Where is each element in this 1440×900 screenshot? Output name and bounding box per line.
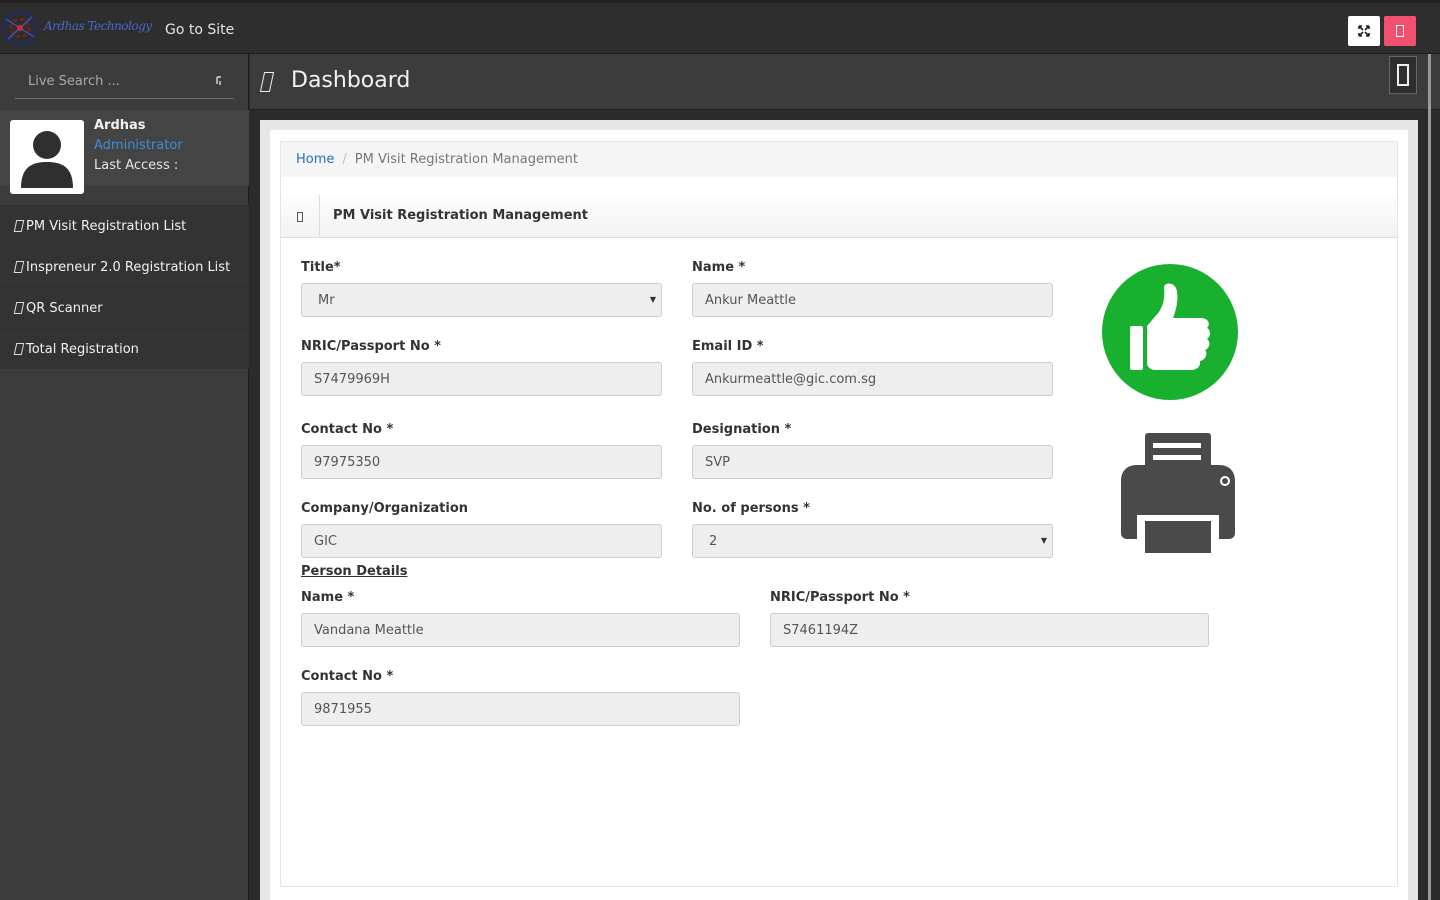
- designation-label: Designation *: [692, 422, 792, 437]
- persons-label: No. of persons *: [692, 501, 810, 516]
- person-nric-label: NRIC/Passport No *: [770, 590, 910, 605]
- sidebar-item-inspreneur-registration-list[interactable]: Inspreneur 2.0 Registration List: [0, 246, 249, 287]
- mobile-view-button[interactable]: [1389, 56, 1417, 94]
- user-silhouette-icon: [21, 131, 73, 188]
- designation-field[interactable]: [692, 445, 1053, 479]
- section-title: PM Visit Registration Management: [333, 208, 589, 223]
- qr-icon: [13, 302, 25, 314]
- expand-icon: [1358, 25, 1370, 37]
- avatar: [10, 120, 84, 194]
- sidebar-item-label: PM Visit Registration List: [26, 218, 187, 234]
- form-icon: [297, 211, 303, 222]
- profile-role: Administrator: [94, 138, 183, 153]
- sidebar-item-pm-visit-registration-list[interactable]: PM Visit Registration List: [0, 205, 249, 246]
- logout-button[interactable]: [1384, 16, 1416, 46]
- title-label: Title*: [301, 260, 341, 275]
- user-profile: Ardhas Administrator Last Access :: [0, 110, 249, 194]
- persons-select-value: 2: [709, 533, 718, 549]
- section-icon-box: [281, 195, 320, 238]
- dashboard-icon: [259, 72, 275, 92]
- page-title: Dashboard: [291, 68, 411, 93]
- fullscreen-button[interactable]: [1348, 16, 1380, 46]
- go-to-site-link[interactable]: Go to Site: [165, 22, 234, 38]
- chart-icon: [13, 343, 25, 355]
- sidebar-item-total-registration[interactable]: Total Registration: [0, 328, 249, 369]
- printer-icon: [1121, 433, 1235, 553]
- breadcrumb-current: PM Visit Registration Management: [354, 152, 578, 167]
- sidebar-item-qr-scanner[interactable]: QR Scanner: [0, 287, 249, 328]
- name-label: Name *: [692, 260, 746, 275]
- contact-label: Contact No *: [301, 422, 394, 437]
- company-label: Company/Organization: [301, 501, 469, 516]
- breadcrumb-separator: /: [342, 152, 347, 167]
- nric-field[interactable]: [301, 362, 662, 396]
- contact-field[interactable]: [301, 445, 662, 479]
- profile-last-access: Last Access :: [94, 158, 179, 173]
- mobile-icon: [1397, 64, 1409, 86]
- thumbs-up-icon: [1102, 264, 1238, 400]
- logo-tagline: ...: [44, 35, 49, 41]
- breadcrumb-home-link[interactable]: Home: [296, 152, 334, 167]
- page-scrollbar[interactable]: [1428, 54, 1431, 900]
- top-navbar: Ardhas Technology ... Go to Site: [0, 0, 1440, 54]
- search-icon[interactable]: [214, 75, 224, 87]
- sidebar-item-label: QR Scanner: [26, 300, 103, 316]
- chevron-down-icon: ▼: [1040, 536, 1047, 545]
- person-nric-field[interactable]: [770, 613, 1209, 647]
- list-icon: [13, 261, 25, 273]
- person-name-field[interactable]: [301, 613, 740, 647]
- list-icon: [13, 220, 25, 232]
- company-field[interactable]: [301, 524, 662, 558]
- profile-name: Ardhas: [94, 118, 146, 133]
- section-header: PM Visit Registration Management: [281, 195, 1397, 238]
- sidebar-menu: PM Visit Registration List Inspreneur 2.…: [0, 205, 249, 369]
- power-icon: [1396, 25, 1404, 37]
- logo-text: Ardhas Technology: [44, 19, 152, 33]
- live-search: [15, 66, 234, 99]
- person-contact-field[interactable]: [301, 692, 740, 726]
- approve-button[interactable]: [1101, 264, 1239, 400]
- chevron-down-icon: ▼: [649, 295, 656, 304]
- title-select[interactable]: Mr ▼: [301, 283, 662, 317]
- nric-label: NRIC/Passport No *: [301, 339, 441, 354]
- person-details-heading: Person Details: [301, 564, 408, 579]
- persons-select[interactable]: 2 ▼: [692, 524, 1053, 558]
- name-field[interactable]: [692, 283, 1053, 317]
- person-name-label: Name *: [301, 590, 355, 605]
- email-label: Email ID *: [692, 339, 764, 354]
- sidebar-item-label: Inspreneur 2.0 Registration List: [26, 259, 231, 275]
- title-select-value: Mr: [318, 292, 335, 308]
- logo-emblem-icon: [3, 11, 37, 45]
- person-contact-label: Contact No *: [301, 669, 394, 684]
- page-header: Dashboard: [250, 54, 1440, 110]
- sidebar-item-label: Total Registration: [26, 341, 139, 357]
- sidebar: Ardhas Administrator Last Access : PM Vi…: [0, 54, 249, 900]
- breadcrumb: Home / PM Visit Registration Management: [281, 142, 1397, 177]
- company-logo[interactable]: Ardhas Technology ...: [0, 7, 152, 49]
- email-field[interactable]: [692, 362, 1053, 396]
- print-button[interactable]: [1111, 427, 1245, 559]
- live-search-input[interactable]: [15, 66, 215, 96]
